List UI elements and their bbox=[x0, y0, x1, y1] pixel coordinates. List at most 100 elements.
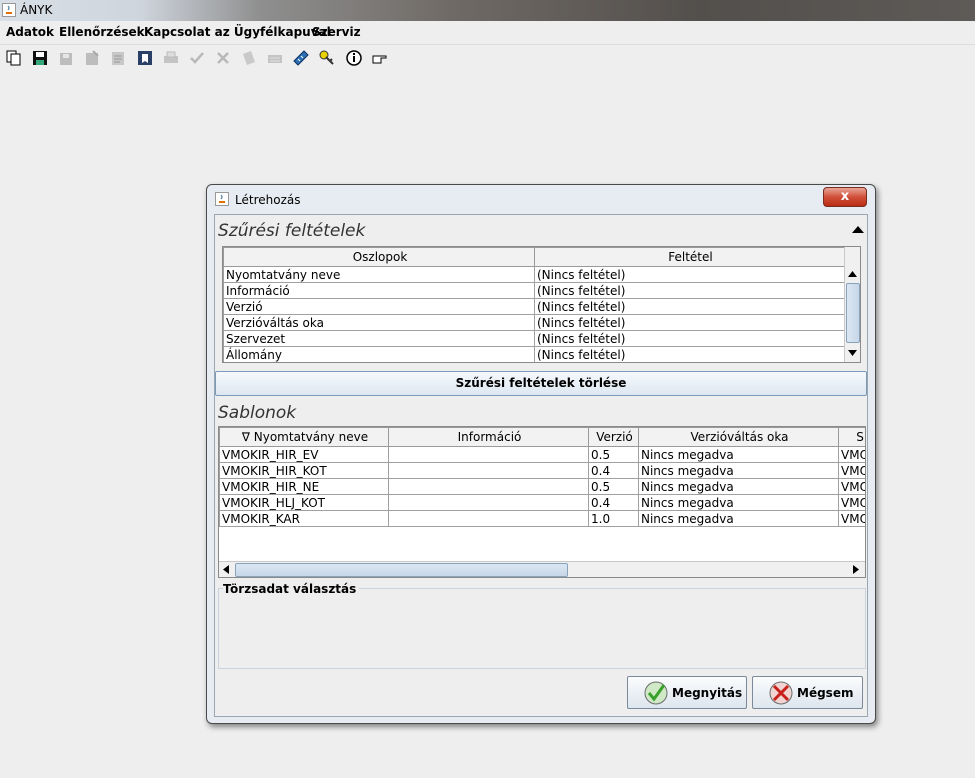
clear-filters-button[interactable]: Szűrési feltételek törlése bbox=[215, 371, 867, 396]
filter-table-header: Oszlopok Feltétel bbox=[223, 247, 845, 267]
copy-icon[interactable] bbox=[5, 49, 23, 67]
condition-cell[interactable]: (Nincs feltétel) bbox=[534, 282, 845, 299]
condition-cell[interactable]: (Nincs feltétel) bbox=[534, 346, 845, 362]
form-name-cell[interactable]: VMOKIR_HIR_KOT bbox=[219, 462, 389, 479]
column-name-cell[interactable]: Információ bbox=[223, 282, 535, 299]
table-row[interactable]: VMOKIR_HIR_KOT 0.4Nincs megadvaVMO bbox=[219, 462, 865, 479]
header-nyomtatvany-neve[interactable]: ∇ Nyomtatvány neve bbox=[219, 427, 389, 447]
filter-table-container: Oszlopok Feltétel Nyomtatvány neve (Nincs… bbox=[222, 246, 861, 363]
info-cell[interactable] bbox=[388, 478, 589, 495]
org-cell[interactable]: VMO bbox=[838, 494, 865, 511]
column-name-cell[interactable]: Szervezet bbox=[223, 330, 535, 347]
open-button[interactable]: Megnyitás bbox=[627, 676, 747, 709]
version-cell[interactable]: 0.4 bbox=[588, 462, 639, 479]
templates-scroll-thumb[interactable] bbox=[235, 563, 568, 577]
filter-section-title: Szűrési feltételek bbox=[218, 221, 366, 241]
column-name-cell[interactable]: Nyomtatvány neve bbox=[223, 266, 535, 283]
info-cell[interactable] bbox=[388, 494, 589, 511]
info-cell[interactable] bbox=[388, 446, 589, 463]
key-icon[interactable] bbox=[318, 49, 336, 67]
table-row[interactable]: Információ (Nincs feltétel) bbox=[223, 282, 845, 299]
version-cell[interactable]: 0.5 bbox=[588, 446, 639, 463]
form-name-cell[interactable]: VMOKIR_HLJ_KOT bbox=[219, 494, 389, 511]
header-oszlopok[interactable]: Oszlopok bbox=[223, 247, 535, 267]
version-cell[interactable]: 0.5 bbox=[588, 478, 639, 495]
condition-cell[interactable]: (Nincs feltétel) bbox=[534, 314, 845, 331]
form-name-cell[interactable]: VMOKIR_KAR bbox=[219, 510, 389, 527]
collapse-arrow-icon[interactable] bbox=[852, 225, 864, 233]
condition-cell[interactable]: (Nincs feltétel) bbox=[534, 298, 845, 315]
version-reason-cell[interactable]: Nincs megadva bbox=[638, 478, 839, 495]
table-row[interactable]: Nyomtatvány neve (Nincs feltétel) bbox=[223, 266, 845, 283]
table-row[interactable]: Verzióváltás oka (Nincs feltétel) bbox=[223, 314, 845, 331]
info-book-icon[interactable] bbox=[136, 49, 154, 67]
info-cell[interactable] bbox=[388, 510, 589, 527]
condition-cell[interactable]: (Nincs feltétel) bbox=[534, 266, 845, 283]
scroll-down-arrow-icon[interactable] bbox=[848, 350, 857, 356]
check-icon bbox=[644, 681, 668, 705]
menu-bar: Adatok Ellenőrzések Kapcsolat az Ügyfélk… bbox=[0, 21, 975, 43]
calculator-icon[interactable] bbox=[292, 49, 310, 67]
dialog-title-bar[interactable]: Létrehozás x bbox=[207, 185, 875, 213]
table-row[interactable]: Állomány (Nincs feltétel) bbox=[223, 346, 845, 362]
cancel-button[interactable]: Mégsem bbox=[752, 676, 863, 709]
menu-kapcsolat[interactable]: Kapcsolat az Ügyfélkapuval bbox=[144, 25, 331, 39]
info-cell[interactable] bbox=[388, 462, 589, 479]
version-reason-cell[interactable]: Nincs megadva bbox=[638, 462, 839, 479]
pointing-hand-icon[interactable] bbox=[371, 49, 389, 67]
version-cell[interactable]: 0.4 bbox=[588, 494, 639, 511]
table-row[interactable]: Verzió (Nincs feltétel) bbox=[223, 298, 845, 315]
close-button[interactable]: x bbox=[823, 187, 867, 207]
header-feltetel[interactable]: Feltétel bbox=[534, 247, 845, 267]
templates-table-header: ∇ Nyomtatvány neve Információ Verzió Ver… bbox=[219, 427, 865, 447]
scroll-up-arrow-icon[interactable] bbox=[848, 271, 857, 277]
menu-adatok[interactable]: Adatok bbox=[6, 25, 54, 39]
column-name-cell[interactable]: Állomány bbox=[223, 346, 535, 362]
menu-szerviz[interactable]: Szerviz bbox=[312, 25, 361, 39]
column-name-cell[interactable]: Verzió bbox=[223, 298, 535, 315]
table-row[interactable]: VMOKIR_HLJ_KOT 0.4Nincs megadvaVMO bbox=[219, 494, 865, 511]
scroll-right-arrow-icon[interactable] bbox=[853, 565, 859, 574]
org-cell[interactable]: VMO bbox=[838, 462, 865, 479]
table-row[interactable]: Szervezet (Nincs feltétel) bbox=[223, 330, 845, 347]
condition-cell[interactable]: (Nincs feltétel) bbox=[534, 330, 845, 347]
master-data-title: Törzsadat választás bbox=[223, 582, 360, 596]
save-icon[interactable] bbox=[31, 49, 49, 67]
column-name-cell[interactable]: Verzióváltás oka bbox=[223, 314, 535, 331]
header-verziovaltas-oka[interactable]: Verzióváltás oka bbox=[638, 427, 839, 447]
form-name-cell[interactable]: VMOKIR_HIR_NE bbox=[219, 478, 389, 495]
table-row[interactable]: VMOKIR_HIR_NE 0.5Nincs megadvaVMO bbox=[219, 478, 865, 495]
close-icon: x bbox=[840, 189, 850, 204]
form-name-cell[interactable]: VMOKIR_HIR_EV bbox=[219, 446, 389, 463]
info-icon[interactable] bbox=[345, 49, 363, 67]
version-reason-cell[interactable]: Nincs megadva bbox=[638, 510, 839, 527]
scroll-left-arrow-icon[interactable] bbox=[223, 565, 229, 574]
filter-scroll-thumb[interactable] bbox=[846, 283, 860, 343]
table-row[interactable]: VMOKIR_HIR_EV 0.5Nincs megadvaVMO bbox=[219, 446, 865, 463]
org-cell[interactable]: VMO bbox=[838, 478, 865, 495]
create-dialog: Létrehozás x Szűrési feltételek Oszlopok… bbox=[206, 184, 876, 724]
java-icon bbox=[2, 3, 16, 17]
version-cell[interactable]: 1.0 bbox=[588, 510, 639, 527]
dialog-body: Szűrési feltételek Oszlopok Feltétel Nyo… bbox=[214, 214, 868, 717]
open-button-label: Megnyitás bbox=[672, 686, 743, 700]
version-reason-cell[interactable]: Nincs megadva bbox=[638, 446, 839, 463]
save-disabled-icon bbox=[60, 53, 72, 65]
menu-ellenorzesek[interactable]: Ellenőrzések bbox=[59, 25, 145, 39]
header-verzio[interactable]: Verzió bbox=[588, 427, 639, 447]
toolbar bbox=[0, 44, 975, 72]
org-cell[interactable]: VMO bbox=[838, 510, 865, 527]
header-informacio[interactable]: Információ bbox=[388, 427, 589, 447]
filter-table: Oszlopok Feltétel Nyomtatvány neve (Nincs… bbox=[223, 247, 845, 362]
keyboard-disabled-icon bbox=[268, 55, 282, 63]
cancel-icon bbox=[769, 681, 793, 705]
version-reason-cell[interactable]: Nincs megadva bbox=[638, 494, 839, 511]
header-s[interactable]: S bbox=[838, 427, 865, 447]
templates-table-container: ∇ Nyomtatvány neve Információ Verzió Ver… bbox=[218, 426, 866, 578]
templates-section-title: Sablonok bbox=[218, 403, 297, 423]
filter-vertical-scrollbar[interactable] bbox=[844, 247, 860, 362]
org-cell[interactable]: VMO bbox=[838, 446, 865, 463]
print-preview-disabled-icon bbox=[112, 52, 124, 65]
table-row[interactable]: VMOKIR_KAR 1.0Nincs megadvaVMO bbox=[219, 510, 865, 527]
templates-horizontal-scrollbar[interactable] bbox=[219, 561, 865, 577]
